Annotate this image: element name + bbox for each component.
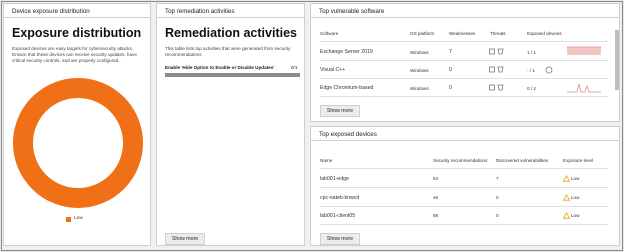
exposed-devices: 0 / 2 [527, 86, 536, 91]
header-divider [4, 17, 150, 18]
header-rule [320, 41, 608, 42]
info-icon[interactable] [545, 66, 553, 74]
header-rule [320, 168, 608, 169]
header-divider [311, 140, 619, 141]
device-name[interactable]: cpc-nateb-knwcd [320, 195, 359, 201]
exposure-description: Exposed devices are easy targets for cyb… [12, 46, 137, 64]
threats-icons [489, 48, 504, 55]
exploit-icon [489, 66, 495, 73]
exposure-trend-sparkline [567, 83, 601, 93]
page-title: Exposure distribution [12, 26, 142, 40]
card-header: Top exposed devices [319, 131, 377, 138]
trend-area [567, 47, 601, 55]
column-header-security-recommendations[interactable]: Security recommendations [433, 158, 487, 163]
activity-progress-bar [165, 73, 300, 77]
warning-icon [563, 194, 570, 201]
row-divider [320, 78, 608, 79]
vulnerabilities-count: 0 [496, 213, 499, 218]
exploit-icon [489, 48, 495, 55]
row-divider [320, 224, 608, 225]
os-platform: Windows [410, 86, 429, 91]
exposure-distribution-card: Device exposure distribution Exposure di… [3, 3, 151, 246]
legend-label-low: Low [74, 216, 83, 221]
activity-count: 0/1 [291, 65, 298, 70]
threat-insight-icon [497, 84, 504, 91]
column-header-discovered-vulnerabilities[interactable]: Discovered vulnerabilities [496, 158, 548, 163]
vulnerabilities-count: 0 [496, 195, 499, 200]
remediation-description: This table lists top activities that wer… [165, 46, 291, 58]
legend-swatch-low [66, 217, 71, 222]
row-divider [320, 60, 608, 61]
os-platform: Windows [410, 68, 429, 73]
column-header-threats[interactable]: Threats [490, 31, 506, 36]
recommendations-count: 46 [433, 195, 439, 200]
vulnerabilities-count: 7 [496, 176, 499, 181]
software-name[interactable]: Exchange Server 2019 [320, 49, 373, 55]
column-header-exposure-level[interactable]: Exposure level [563, 158, 593, 163]
column-header-name[interactable]: Name [320, 158, 332, 163]
header-divider [311, 17, 619, 18]
threat-insight-icon [497, 48, 504, 55]
weaknesses-count: 7 [449, 49, 452, 55]
exposure-trend-sparkline [567, 46, 601, 55]
remediation-activities-card: Top remediation activities Remediation a… [156, 3, 305, 246]
weaknesses-count: 0 [449, 67, 452, 73]
vulnerable-software-card: Top vulnerable software Software OS plat… [310, 3, 620, 122]
donut-slice-low[interactable] [13, 78, 143, 208]
show-more-button[interactable]: Show more [165, 233, 205, 245]
device-name[interactable]: lab001-client05 [320, 213, 355, 219]
card-header: Top vulnerable software [319, 8, 385, 15]
weaknesses-count: 0 [449, 85, 452, 91]
exposure-level: Low [571, 213, 580, 218]
exposed-devices: 1 / 1 [527, 50, 536, 55]
warning-icon [563, 212, 570, 219]
column-header-os-platform[interactable]: OS platform [410, 31, 435, 36]
trend-line [567, 83, 601, 93]
vertical-scrollbar[interactable] [615, 30, 619, 90]
column-header-exposed-devices[interactable]: Exposed devices [527, 31, 562, 36]
exposure-level: Low [571, 176, 580, 181]
threats-icons [489, 66, 504, 73]
exposure-donut-chart[interactable] [12, 77, 144, 209]
os-platform: Windows [410, 50, 429, 55]
device-name[interactable]: lab001-edge [320, 176, 349, 182]
software-name[interactable]: Edge Chromium-based [320, 85, 373, 91]
warning-icon [563, 175, 570, 182]
software-name[interactable]: Visual C++ [320, 67, 345, 73]
section-title: Remediation activities [165, 26, 297, 40]
header-divider [157, 17, 304, 18]
row-divider [320, 206, 608, 207]
exposed-devices: - / 1 [527, 68, 535, 73]
row-divider [320, 96, 608, 97]
threat-insight-icon [497, 66, 504, 73]
show-more-button[interactable]: Show more [320, 233, 360, 245]
activity-label[interactable]: Enable 'Hide Option to Enable or Disable… [165, 65, 274, 70]
exposure-level: Low [571, 195, 580, 200]
exposed-devices-card: Top exposed devices Name Security recomm… [310, 126, 620, 246]
exploit-icon [489, 84, 495, 91]
recommendations-count: 58 [433, 213, 439, 218]
show-more-button[interactable]: Show more [320, 105, 360, 117]
card-header: Device exposure distribution [12, 8, 90, 15]
card-header: Top remediation activities [165, 8, 235, 15]
column-header-software[interactable]: Software [320, 31, 338, 36]
threats-icons [489, 84, 504, 91]
column-header-weaknesses[interactable]: Weaknesses [449, 31, 475, 36]
row-divider [320, 187, 608, 188]
recommendations-count: 54 [433, 176, 439, 181]
